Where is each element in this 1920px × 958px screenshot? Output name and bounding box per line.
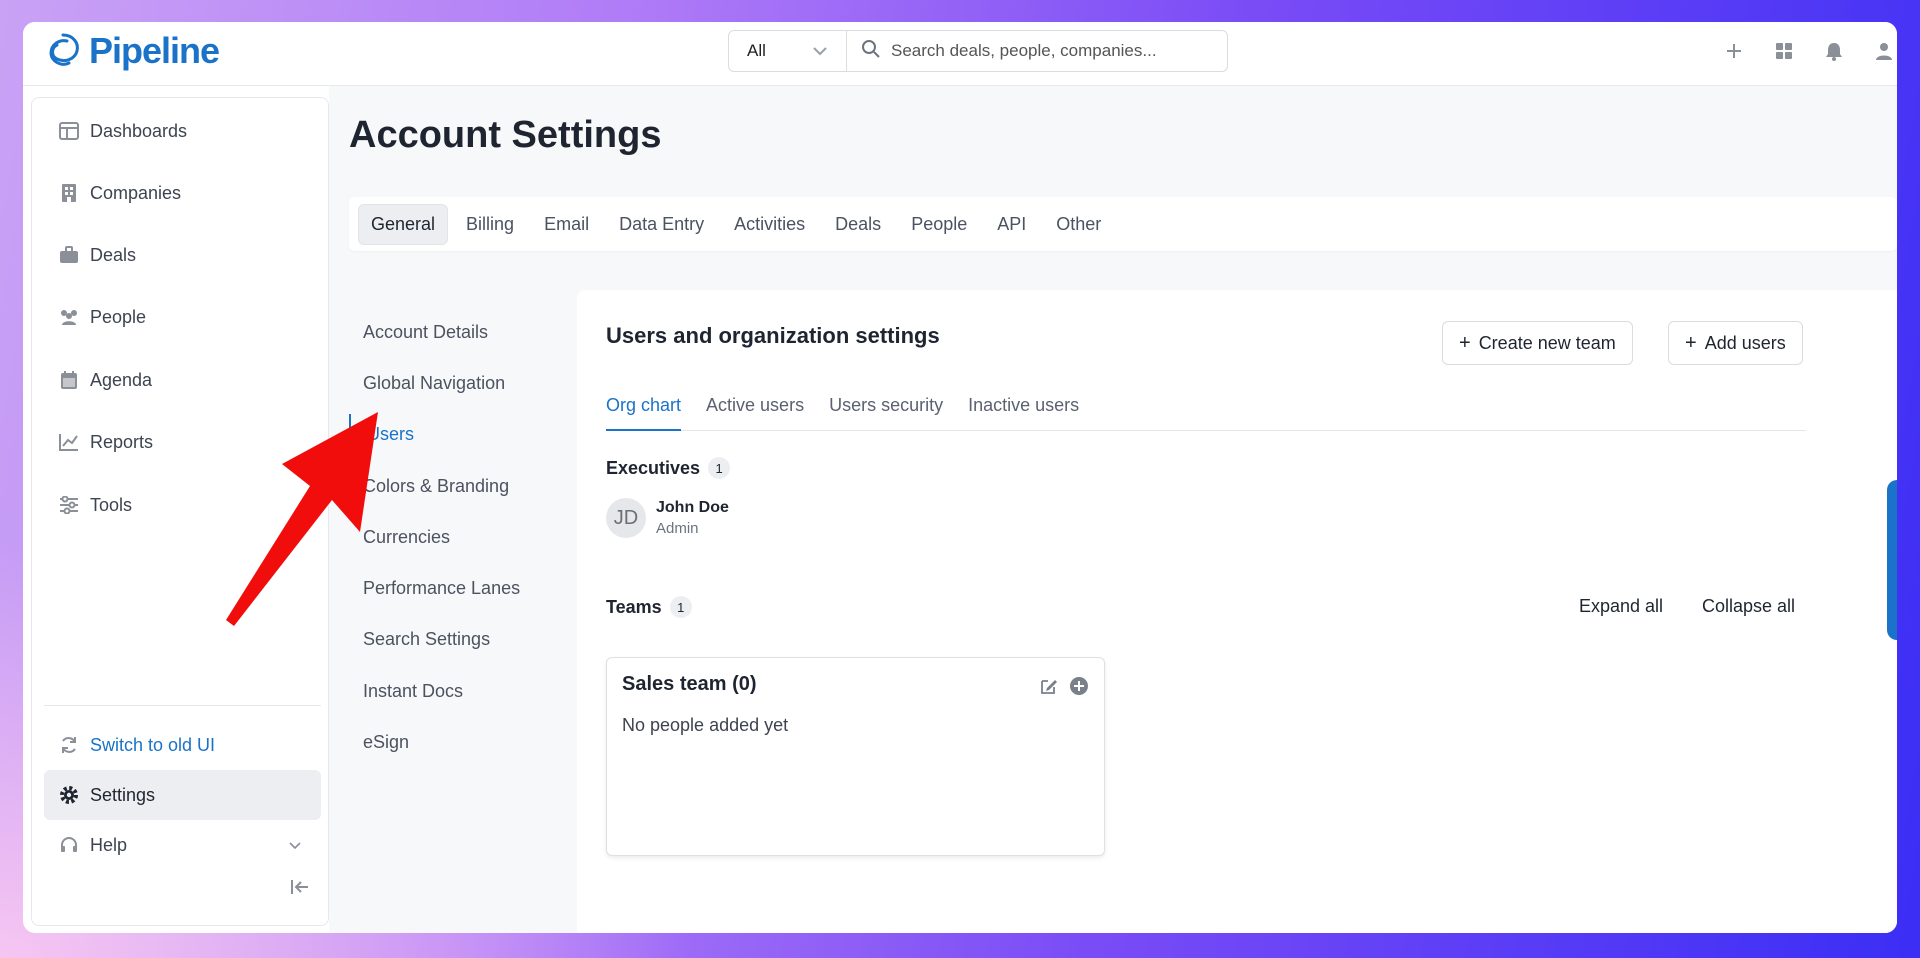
page-title: Account Settings xyxy=(349,114,662,156)
subnav-instant-docs[interactable]: Instant Docs xyxy=(349,671,569,711)
tab-users-security[interactable]: Users security xyxy=(829,390,943,431)
user-icon[interactable] xyxy=(1871,38,1897,64)
executives-count-badge: 1 xyxy=(708,457,731,479)
sidebar-item-people[interactable]: People xyxy=(44,292,321,342)
logo[interactable]: Pipeline xyxy=(43,30,220,72)
sidebar-item-deals[interactable]: Deals xyxy=(44,230,321,280)
users-tabs: Org chart Active users Users security In… xyxy=(606,390,1806,431)
plus-icon: + xyxy=(1459,331,1471,354)
bell-icon[interactable] xyxy=(1821,38,1847,64)
sidebar-item-label: Help xyxy=(90,834,128,855)
sidebar-item-label: Deals xyxy=(90,244,137,265)
teams-heading: Teams 1 xyxy=(606,596,692,618)
sidebar-item-label: Companies xyxy=(90,182,182,203)
subnav-account-details[interactable]: Account Details xyxy=(349,312,569,352)
sidebar-item-label: Reports xyxy=(90,431,154,452)
switch-old-ui-link[interactable]: Switch to old UI xyxy=(44,720,321,770)
sidebar-divider xyxy=(44,705,321,706)
refresh-icon xyxy=(58,734,80,756)
collapse-all-button[interactable]: Collapse all xyxy=(1702,596,1795,617)
person-info: John Doe Admin xyxy=(656,499,729,537)
executives-label: Executives xyxy=(606,457,701,478)
add-users-button[interactable]: + Add users xyxy=(1668,321,1803,365)
team-card: Sales team (0) No people added yet xyxy=(606,657,1105,856)
sidebar-item-settings[interactable]: Settings xyxy=(44,770,321,820)
sidebar-item-dashboards[interactable]: Dashboards xyxy=(44,106,321,156)
chart-line-icon xyxy=(58,431,80,453)
sidebar-item-label: Tools xyxy=(90,494,133,515)
plus-icon: + xyxy=(1685,331,1697,354)
settings-tabs: General Billing Email Data Entry Activit… xyxy=(349,197,1897,251)
app-name: Pipeline xyxy=(89,30,220,71)
subnav-esign[interactable]: eSign xyxy=(349,722,569,762)
tab-general[interactable]: General xyxy=(358,203,449,245)
chevron-down-icon xyxy=(812,43,828,59)
team-empty-message: No people added yet xyxy=(622,715,789,735)
chevron-down-icon xyxy=(289,838,301,853)
sliders-icon xyxy=(58,494,80,516)
search-icon xyxy=(861,39,881,64)
top-bar: Pipeline All xyxy=(23,22,1897,86)
tab-deals[interactable]: Deals xyxy=(823,205,893,244)
team-title: Sales team (0) xyxy=(622,673,757,695)
add-users-label: Add users xyxy=(1704,332,1786,353)
executive-person[interactable]: JD John Doe Admin xyxy=(606,498,729,538)
tab-inactive-users[interactable]: Inactive users xyxy=(968,390,1079,431)
annotation-arrow-icon xyxy=(226,412,378,626)
headset-icon xyxy=(58,834,80,856)
users-settings-panel: Users and organization settings + Create… xyxy=(577,290,1897,933)
dashboard-icon xyxy=(58,120,80,142)
expand-all-button[interactable]: Expand all xyxy=(1579,596,1663,617)
global-search: All xyxy=(728,30,1228,72)
building-icon xyxy=(58,182,80,204)
people-icon xyxy=(58,306,80,328)
top-actions xyxy=(1721,38,1897,64)
sidebar-item-label: People xyxy=(90,306,147,327)
add-member-icon[interactable] xyxy=(1069,676,1089,701)
apps-grid-icon[interactable] xyxy=(1771,38,1797,64)
search-scope-value: All xyxy=(747,41,766,60)
tab-other[interactable]: Other xyxy=(1044,205,1113,244)
briefcase-icon xyxy=(58,244,80,266)
executives-heading: Executives 1 xyxy=(606,457,731,479)
gear-icon xyxy=(58,784,80,806)
sidebar-item-label: Agenda xyxy=(90,369,153,390)
tab-activities[interactable]: Activities xyxy=(722,205,817,244)
tab-data-entry[interactable]: Data Entry xyxy=(607,205,716,244)
tab-email[interactable]: Email xyxy=(532,205,601,244)
teams-label: Teams xyxy=(606,596,662,617)
search-box xyxy=(847,39,1227,64)
panel-title: Users and organization settings xyxy=(606,323,940,348)
main-content: Account Settings General Billing Email D… xyxy=(329,86,1897,933)
sidebar-item-label: Settings xyxy=(90,784,156,805)
search-scope-select[interactable]: All xyxy=(729,31,847,71)
plus-icon[interactable] xyxy=(1721,38,1747,64)
sidebar-item-companies[interactable]: Companies xyxy=(44,168,321,218)
edit-icon[interactable] xyxy=(1039,676,1059,701)
tab-billing[interactable]: Billing xyxy=(454,205,526,244)
tab-org-chart[interactable]: Org chart xyxy=(606,390,682,431)
sidebar-item-label: Dashboards xyxy=(90,120,188,141)
create-new-team-label: Create new team xyxy=(1478,332,1616,353)
side-accent-tab[interactable] xyxy=(1887,480,1897,640)
avatar: JD xyxy=(606,498,646,538)
person-name: John Doe xyxy=(656,499,729,516)
teams-count-badge: 1 xyxy=(669,596,692,618)
person-role: Admin xyxy=(656,520,699,537)
tab-api[interactable]: API xyxy=(985,205,1038,244)
search-input[interactable] xyxy=(891,41,1211,61)
tab-people[interactable]: People xyxy=(899,205,979,244)
pipeline-logo-icon xyxy=(49,33,79,66)
sidebar-item-help[interactable]: Help xyxy=(44,820,321,870)
tab-active-users[interactable]: Active users xyxy=(706,390,804,431)
collapse-sidebar-icon[interactable] xyxy=(290,878,310,902)
create-new-team-button[interactable]: + Create new team xyxy=(1442,321,1633,365)
switch-old-ui-label: Switch to old UI xyxy=(90,734,216,755)
calendar-icon xyxy=(58,369,80,391)
